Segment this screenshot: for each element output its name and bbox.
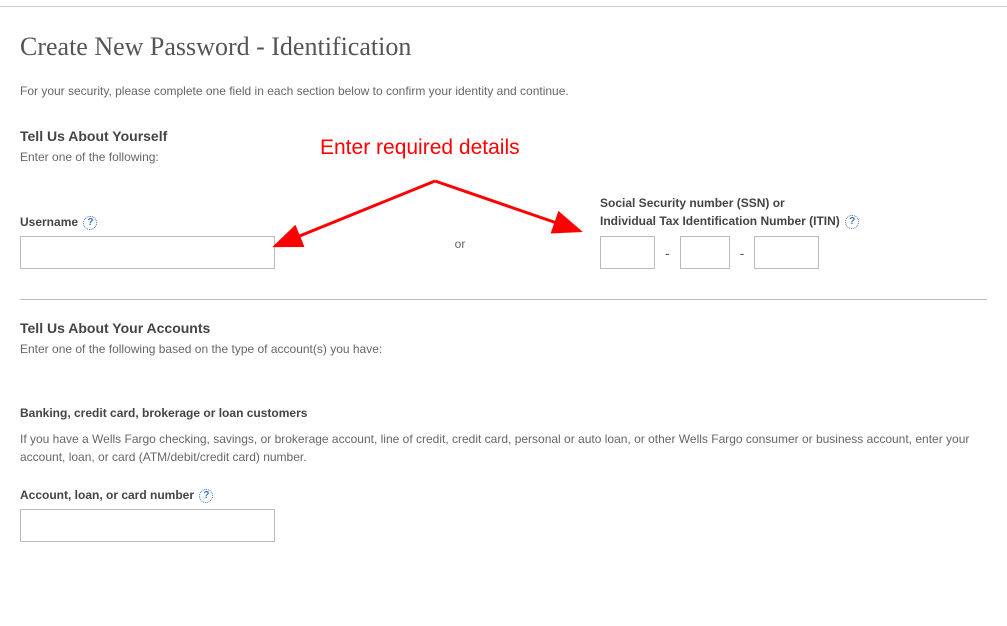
- ssn-input-2[interactable]: [680, 236, 730, 269]
- identification-row: Username ? or Social Security number (SS…: [20, 194, 987, 269]
- section1-sub: Enter one of the following:: [20, 150, 987, 164]
- username-column: Username ?: [20, 215, 320, 269]
- intro-text: For your security, please complete one f…: [20, 84, 987, 98]
- ssn-dash-1: -: [661, 245, 674, 261]
- banking-subheading: Banking, credit card, brokerage or loan …: [20, 406, 987, 420]
- ssn-label-line2: Individual Tax Identification Number (IT…: [600, 214, 840, 228]
- banking-description: If you have a Wells Fargo checking, savi…: [20, 430, 980, 466]
- username-input[interactable]: [20, 236, 275, 269]
- section2-sub: Enter one of the following based on the …: [20, 342, 987, 356]
- help-icon[interactable]: ?: [845, 215, 859, 229]
- ssn-input-3[interactable]: [754, 236, 819, 269]
- page-title: Create New Password - Identification: [20, 32, 987, 62]
- section-divider: [20, 299, 987, 300]
- account-label-row: Account, loan, or card number ?: [20, 488, 987, 503]
- ssn-label-line1: Social Security number (SSN) or: [600, 196, 785, 210]
- main-content: Create New Password - Identification For…: [0, 7, 1007, 582]
- ssn-column: Social Security number (SSN) or Individu…: [600, 194, 987, 269]
- section2-heading: Tell Us About Your Accounts: [20, 320, 987, 336]
- account-input[interactable]: [20, 509, 275, 542]
- ssn-dash-2: -: [736, 245, 749, 261]
- username-label: Username: [20, 215, 78, 229]
- help-icon[interactable]: ?: [199, 489, 213, 503]
- section1-heading: Tell Us About Yourself: [20, 128, 987, 144]
- ssn-label-row: Social Security number (SSN) or Individu…: [600, 194, 987, 230]
- help-icon[interactable]: ?: [83, 216, 97, 230]
- ssn-input-1[interactable]: [600, 236, 655, 269]
- ssn-input-group: - -: [600, 236, 987, 269]
- or-separator: or: [320, 237, 600, 269]
- account-label: Account, loan, or card number: [20, 488, 194, 502]
- username-label-row: Username ?: [20, 215, 320, 230]
